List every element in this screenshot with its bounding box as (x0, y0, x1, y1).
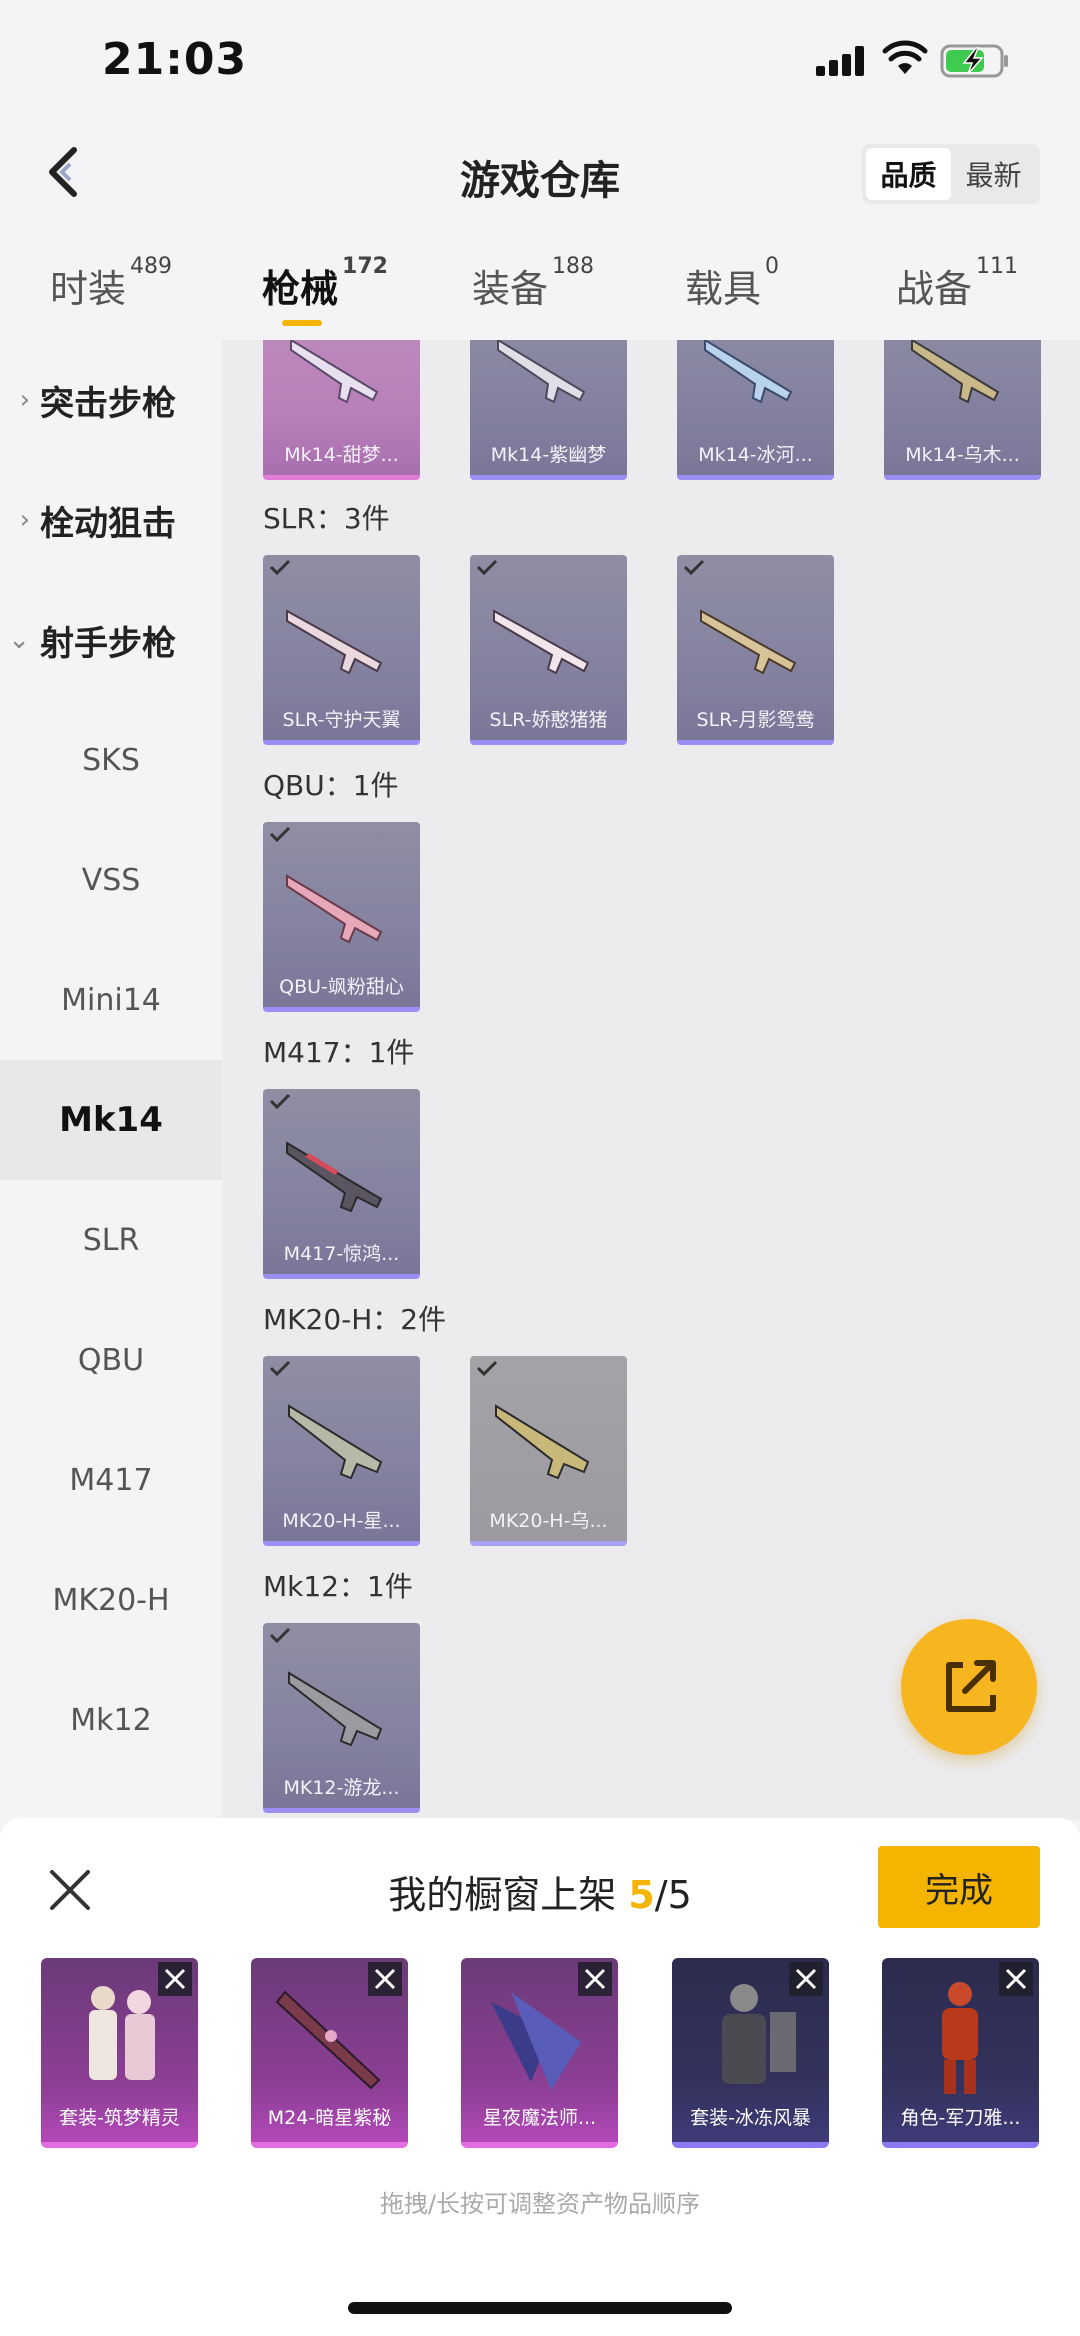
signal-icon (816, 46, 868, 76)
rifle-icon (704, 340, 793, 404)
tab-combat-gear[interactable]: 战备111 (896, 254, 1018, 313)
rifle-icon (497, 340, 586, 404)
category-tabs: 时装489 枪械172 装备188 载具0 战备111 (0, 240, 1080, 336)
showcase-item[interactable]: 角色-军刀雅... (882, 1958, 1039, 2148)
check-icon (683, 559, 705, 575)
tab-vehicles[interactable]: 载具0 (685, 254, 779, 313)
rifle-icon (911, 340, 1000, 404)
check-icon (476, 1360, 498, 1376)
sidebar-group-assault-rifles[interactable]: › 突击步枪 (0, 340, 222, 460)
nav-bar: 游戏仓库 品质 最新 (0, 120, 1080, 230)
remove-icon[interactable] (999, 1962, 1033, 1996)
item-card[interactable]: MK20-H-星... (263, 1356, 420, 1546)
tab-firearms[interactable]: 枪械172 (262, 254, 388, 313)
tab-equipment[interactable]: 装备188 (472, 254, 594, 313)
item-grid: Mk14-甜梦... Mk14-紫幽梦 Mk14-冰河... Mk14-乌木..… (222, 340, 1080, 1820)
section-title-mk12: Mk12：1件 (263, 1570, 413, 1603)
section-title-m417: M417：1件 (263, 1036, 415, 1069)
rifle-icon (286, 874, 383, 944)
sort-quality-option[interactable]: 品质 (866, 148, 951, 200)
check-icon (269, 826, 291, 842)
remove-icon[interactable] (158, 1962, 192, 1996)
section-title-slr: SLR：3件 (263, 502, 390, 535)
reorder-hint: 拖拽/长按可调整资产物品顺序 (379, 2190, 701, 2218)
check-icon (269, 559, 291, 575)
item-card[interactable]: SLR-月影鸳鸯 (677, 555, 834, 745)
sidebar-item-mk12[interactable]: Mk12 (0, 1660, 222, 1780)
showcase-panel: 我的橱窗上架 5/5 完成 套装-筑梦精灵 M24-暗星紫秘 星夜魔法师... … (0, 1818, 1080, 2336)
rifle-icon (288, 1404, 383, 1480)
item-card[interactable]: MK20-H-乌... (470, 1356, 627, 1546)
rifle-icon (493, 609, 590, 675)
remove-icon[interactable] (578, 1962, 612, 1996)
item-card[interactable]: SLR-娇憨猪猪 (470, 555, 627, 745)
item-card[interactable]: Mk14-紫幽梦 (470, 340, 627, 480)
sidebar-item-mk20h[interactable]: MK20-H (0, 1540, 222, 1660)
sidebar-item-mini14[interactable]: Mini14 (0, 940, 222, 1060)
showcase-item[interactable]: 套装-筑梦精灵 (41, 1958, 198, 2148)
remove-icon[interactable] (789, 1962, 823, 1996)
item-card[interactable]: Mk14-乌木... (884, 340, 1041, 480)
check-icon (269, 1360, 291, 1376)
sort-newest-option[interactable]: 最新 (951, 148, 1036, 200)
share-button[interactable] (901, 1619, 1037, 1755)
status-bar: 21:03 (0, 0, 1080, 120)
rifle-icon (290, 340, 379, 404)
sidebar-item-qbu[interactable]: QBU (0, 1300, 222, 1420)
showcase-item[interactable]: 星夜魔法师... (461, 1958, 618, 2148)
rifle-icon (495, 1404, 590, 1480)
wifi-icon (882, 40, 928, 74)
section-title-mk20h: MK20-H：2件 (263, 1303, 447, 1336)
showcase-item[interactable]: M24-暗星紫秘 (251, 1958, 408, 2148)
sidebar-item-vss[interactable]: VSS (0, 820, 222, 940)
item-card[interactable]: MK12-游龙... (263, 1623, 420, 1813)
sidebar: › 突击步枪 › 栓动狙击 ⌄ 射手步枪 SKS VSS Mini14 Mk14… (0, 340, 222, 1820)
rifle-icon (286, 1141, 383, 1213)
sidebar-item-mk14[interactable]: Mk14 (0, 1060, 222, 1180)
sidebar-item-m417[interactable]: M417 (0, 1420, 222, 1540)
rifle-icon (700, 609, 797, 675)
showcase-item[interactable]: 套装-冰冻风暴 (672, 1958, 829, 2148)
item-card[interactable]: SLR-守护天翼 (263, 555, 420, 745)
sidebar-item-slr[interactable]: SLR (0, 1180, 222, 1300)
share-icon (946, 1660, 996, 1712)
battery-icon (940, 44, 1008, 78)
status-time: 21:03 (102, 34, 248, 85)
rifle-icon (288, 1671, 383, 1747)
check-icon (269, 1627, 291, 1643)
item-card[interactable]: Mk14-甜梦... (263, 340, 420, 480)
chevron-right-icon: › (19, 385, 30, 415)
rifle-icon (286, 609, 383, 675)
tab-fashion[interactable]: 时装489 (50, 254, 172, 313)
check-icon (476, 559, 498, 575)
sidebar-group-bolt-snipers[interactable]: › 栓动狙击 (0, 460, 222, 580)
chevron-right-icon: › (19, 505, 30, 535)
item-card[interactable]: M417-惊鸿... (263, 1089, 420, 1279)
chevron-down-icon: ⌄ (8, 625, 30, 655)
check-icon (269, 1093, 291, 1109)
home-indicator[interactable] (348, 2302, 732, 2314)
done-button[interactable]: 完成 (878, 1846, 1040, 1928)
remove-icon[interactable] (368, 1962, 402, 1996)
active-tab-indicator (282, 320, 322, 326)
sidebar-item-sks[interactable]: SKS (0, 700, 222, 820)
item-card[interactable]: Mk14-冰河... (677, 340, 834, 480)
section-title-qbu: QBU：1件 (263, 769, 399, 802)
sidebar-group-marksman-rifles[interactable]: ⌄ 射手步枪 (0, 580, 222, 700)
item-card[interactable]: QBU-飒粉甜心 (263, 822, 420, 1012)
sort-toggle: 品质 最新 (862, 144, 1040, 204)
